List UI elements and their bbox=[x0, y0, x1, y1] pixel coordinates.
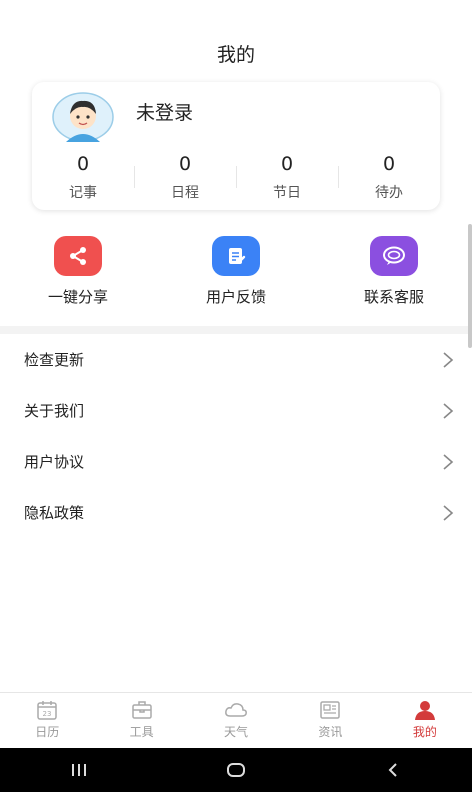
home-button[interactable] bbox=[206, 748, 266, 792]
customer-service-label: 联系客服 bbox=[363, 288, 424, 306]
customer-service-button[interactable]: 联系客服 bbox=[334, 232, 454, 307]
menu-item-label: 关于我们 bbox=[24, 402, 85, 420]
stat-notes[interactable]: 0 记事 bbox=[32, 152, 134, 202]
tab-tools[interactable]: 工具 bbox=[94, 693, 188, 748]
chat-icon bbox=[370, 236, 418, 276]
back-button[interactable] bbox=[363, 748, 423, 792]
stat-label: 记事 bbox=[69, 185, 97, 201]
tab-mine[interactable]: 我的 bbox=[378, 693, 472, 748]
chevron-right-icon bbox=[443, 453, 454, 470]
profile-page: 我的 未登录 0 记事 0 日程 0 节日 0 待办 一键分享 用户反馈 联系客… bbox=[0, 0, 472, 792]
share-button[interactable]: 一键分享 bbox=[18, 232, 138, 307]
calendar-icon: 23 bbox=[37, 701, 57, 720]
stat-value: 0 bbox=[76, 153, 90, 175]
tab-label: 资讯 bbox=[318, 725, 343, 739]
stat-value: 0 bbox=[280, 153, 294, 175]
menu-item-label: 隐私政策 bbox=[24, 504, 85, 522]
calendar-date-text: 23 bbox=[43, 710, 52, 718]
tab-label: 日历 bbox=[35, 725, 60, 739]
share-icon bbox=[54, 236, 102, 276]
page-title: 我的 bbox=[216, 44, 255, 66]
quick-actions: 一键分享 用户反馈 联系客服 bbox=[0, 232, 472, 312]
section-divider bbox=[0, 326, 472, 334]
avatar-icon[interactable] bbox=[52, 92, 114, 142]
stat-label: 日程 bbox=[171, 185, 199, 201]
stat-label: 节日 bbox=[273, 185, 301, 201]
tab-weather[interactable]: 天气 bbox=[189, 693, 283, 748]
home-icon bbox=[226, 763, 245, 777]
menu-item-label: 检查更新 bbox=[24, 351, 85, 369]
user-icon bbox=[414, 701, 435, 720]
share-label: 一键分享 bbox=[47, 288, 108, 306]
stat-value: 0 bbox=[382, 153, 396, 175]
menu-item-user-agreement[interactable]: 用户协议 bbox=[0, 436, 472, 487]
menu-item-check-update[interactable]: 检查更新 bbox=[0, 334, 472, 385]
tab-news[interactable]: 资讯 bbox=[283, 693, 377, 748]
chevron-right-icon bbox=[443, 351, 454, 368]
recent-apps-icon bbox=[71, 764, 86, 776]
stats-row: 0 记事 0 日程 0 节日 0 待办 bbox=[32, 152, 440, 202]
menu-item-privacy-policy[interactable]: 隐私政策 bbox=[0, 487, 472, 538]
back-icon bbox=[388, 763, 398, 777]
cloud-icon bbox=[225, 703, 247, 717]
scrollbar[interactable] bbox=[468, 224, 472, 348]
system-nav-bar bbox=[0, 748, 472, 792]
stat-value: 0 bbox=[178, 153, 192, 175]
bottom-tab-bar: 23 日历 工具 天气 资讯 我的 bbox=[0, 692, 472, 748]
stat-holidays[interactable]: 0 节日 bbox=[236, 152, 338, 202]
news-icon bbox=[320, 701, 341, 719]
tab-label: 我的 bbox=[412, 725, 437, 739]
settings-menu: 检查更新 关于我们 用户协议 隐私政策 bbox=[0, 334, 472, 538]
stat-label: 待办 bbox=[375, 185, 403, 201]
profile-card[interactable]: 未登录 0 记事 0 日程 0 节日 0 待办 bbox=[32, 82, 440, 210]
chevron-right-icon bbox=[443, 504, 454, 521]
tab-label: 工具 bbox=[129, 725, 154, 739]
menu-item-label: 用户协议 bbox=[24, 453, 85, 471]
recent-apps-button[interactable] bbox=[49, 748, 109, 792]
chevron-right-icon bbox=[443, 402, 454, 419]
feedback-icon bbox=[212, 236, 260, 276]
feedback-label: 用户反馈 bbox=[205, 288, 266, 306]
tab-calendar[interactable]: 23 日历 bbox=[0, 693, 94, 748]
menu-item-about-us[interactable]: 关于我们 bbox=[0, 385, 472, 436]
feedback-button[interactable]: 用户反馈 bbox=[176, 232, 296, 307]
toolbox-icon bbox=[131, 701, 152, 719]
stat-schedule[interactable]: 0 日程 bbox=[134, 152, 236, 202]
login-status[interactable]: 未登录 bbox=[136, 98, 193, 125]
stat-todo[interactable]: 0 待办 bbox=[338, 152, 440, 202]
tab-label: 天气 bbox=[224, 725, 249, 739]
